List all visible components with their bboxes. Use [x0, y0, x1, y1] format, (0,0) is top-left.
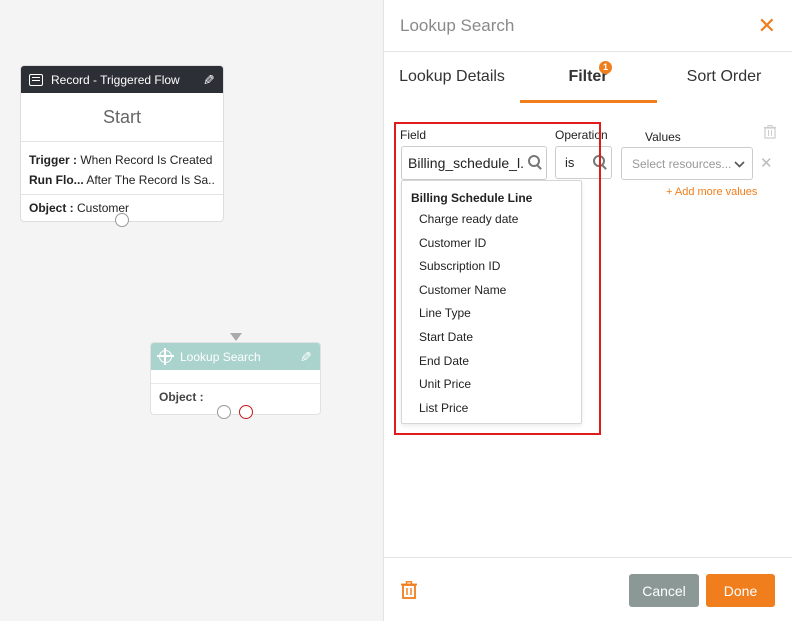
trigger-row: Trigger : When Record Is Created	[29, 150, 215, 170]
chevron-down-icon	[734, 157, 745, 171]
remove-filter-icon[interactable]: ✕	[760, 154, 773, 172]
search-icon[interactable]	[589, 152, 611, 174]
start-node[interactable]: Record - Triggered Flow ✎ Start Trigger …	[20, 65, 224, 222]
lookup-search-node[interactable]: Lookup Search ✎ Object :	[150, 342, 321, 415]
crosshair-icon	[157, 348, 174, 365]
panel-tabs: Lookup Details Filter 1 Sort Order	[384, 52, 792, 103]
dropdown-item[interactable]: Charge ready date	[402, 208, 581, 232]
flow-arrow-icon	[230, 333, 242, 341]
lookup-search-panel: Lookup Search ✕ Lookup Details Filter 1 …	[383, 0, 792, 621]
pencil-icon[interactable]: ✎	[203, 72, 215, 88]
start-node-header: Record - Triggered Flow ✎	[21, 66, 223, 93]
cancel-button[interactable]: Cancel	[629, 574, 699, 607]
lookup-output-connector[interactable]	[217, 405, 231, 419]
dropdown-group-header: Billing Schedule Line	[411, 191, 533, 205]
run-flow-value: After The Record Is Sa...	[86, 173, 215, 187]
operation-input[interactable]: is	[555, 146, 612, 179]
tab-label: Lookup Details	[399, 68, 505, 85]
tab-lookup-details[interactable]: Lookup Details	[384, 52, 520, 102]
trash-icon[interactable]	[764, 125, 776, 139]
panel-header: Lookup Search ✕	[384, 0, 792, 52]
dropdown-item[interactable]: Line Type	[402, 302, 581, 326]
active-tab-indicator	[520, 100, 657, 103]
start-node-title: Start	[21, 93, 223, 142]
add-more-values-link[interactable]: + Add more values	[666, 186, 757, 198]
lookup-node-subheader	[151, 370, 320, 384]
values-placeholder: Select resources...	[632, 156, 732, 171]
lookup-fault-connector[interactable]	[239, 405, 253, 419]
start-output-connector[interactable]	[115, 213, 129, 227]
values-label: Values	[645, 130, 681, 144]
values-select[interactable]: Select resources...	[621, 147, 753, 180]
field-dropdown: Billing Schedule Line Charge ready date …	[401, 180, 582, 424]
trigger-value: When Record Is Created	[80, 153, 213, 167]
flow-canvas[interactable]: Record - Triggered Flow ✎ Start Trigger …	[0, 0, 383, 621]
field-input-value: Billing_schedule_l...	[408, 155, 524, 171]
tab-sort-order[interactable]: Sort Order	[656, 52, 792, 102]
dropdown-item[interactable]: Subscription ID	[402, 255, 581, 279]
dropdown-item[interactable]: List Price	[402, 397, 581, 421]
list-icon	[29, 73, 43, 86]
operation-label: Operation	[555, 128, 608, 142]
panel-title: Lookup Search	[400, 15, 515, 35]
field-input[interactable]: Billing_schedule_l...	[401, 146, 547, 180]
done-button[interactable]: Done	[706, 574, 775, 607]
dropdown-item[interactable]: Start Date	[402, 326, 581, 350]
lookup-node-header-title: Lookup Search	[180, 349, 261, 364]
object-label: Object :	[29, 201, 74, 215]
run-flow-label: Run Flo...	[29, 173, 84, 187]
filter-count-badge: 1	[599, 61, 612, 74]
search-icon[interactable]	[524, 152, 546, 174]
operation-value: is	[565, 155, 575, 170]
dropdown-item[interactable]: Customer Name	[402, 279, 581, 303]
field-label: Field	[400, 128, 427, 142]
lookup-node-header: Lookup Search ✎	[151, 343, 320, 370]
dropdown-item[interactable]: End Date	[402, 350, 581, 374]
lookup-node-object-label: Object :	[159, 390, 204, 404]
tab-label: Sort Order	[686, 68, 762, 85]
trash-icon[interactable]	[401, 581, 417, 599]
dropdown-item[interactable]: Customer ID	[402, 232, 581, 256]
start-node-details: Trigger : When Record Is Created Run Flo…	[21, 142, 223, 195]
dropdown-item[interactable]: Unit Price	[402, 373, 581, 397]
close-icon[interactable]: ✕	[758, 14, 776, 37]
pencil-icon[interactable]: ✎	[300, 349, 312, 365]
trigger-label: Trigger :	[29, 153, 78, 167]
start-node-header-title: Record - Triggered Flow	[51, 72, 180, 87]
tab-filter[interactable]: Filter 1	[520, 52, 656, 102]
run-flow-row: Run Flo... After The Record Is Sa...	[29, 170, 215, 190]
